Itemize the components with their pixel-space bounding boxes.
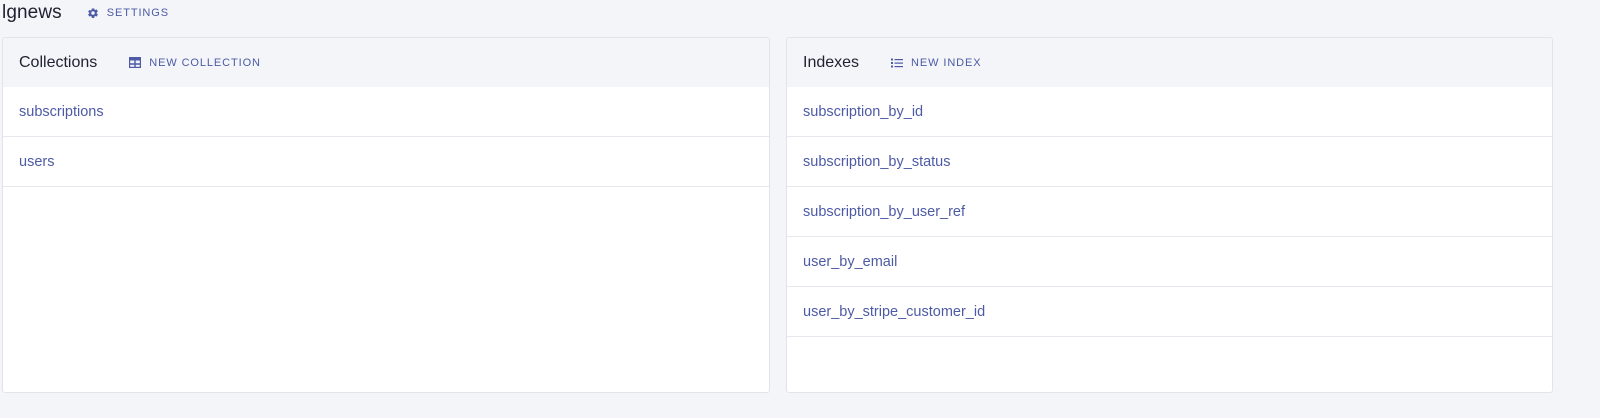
indexes-list: subscription_by_id subscription_by_statu… xyxy=(787,87,1552,337)
collection-item[interactable]: subscriptions xyxy=(3,87,769,137)
collections-header: Collections NEW COLLECTION xyxy=(3,38,769,87)
new-collection-label: NEW COLLECTION xyxy=(149,56,261,69)
new-index-button[interactable]: NEW INDEX xyxy=(891,57,981,69)
indexes-panel: Indexes NEW INDEX subscription_by_id sub… xyxy=(786,37,1553,393)
collections-title: Collections xyxy=(19,53,98,71)
list-icon xyxy=(891,58,904,67)
collections-panel: Collections NEW COLLECTION subscriptions… xyxy=(2,37,770,393)
settings-button[interactable]: SETTINGS xyxy=(87,7,169,19)
new-index-label: NEW INDEX xyxy=(911,56,982,69)
index-item[interactable]: user_by_email xyxy=(787,237,1552,287)
index-item[interactable]: user_by_stripe_customer_id xyxy=(787,287,1552,337)
top-bar: lgnews SETTINGS xyxy=(0,0,169,26)
index-item[interactable]: subscription_by_id xyxy=(787,87,1552,137)
settings-label: SETTINGS xyxy=(106,7,169,19)
database-title: lgnews xyxy=(2,2,62,23)
new-collection-button[interactable]: NEW COLLECTION xyxy=(129,57,261,69)
collection-item[interactable]: users xyxy=(3,137,769,187)
indexes-header: Indexes NEW INDEX xyxy=(787,38,1552,87)
collections-list: subscriptions users xyxy=(3,87,769,187)
index-item[interactable]: subscription_by_status xyxy=(787,137,1552,187)
gear-icon xyxy=(87,8,98,19)
indexes-title: Indexes xyxy=(803,53,860,71)
index-item[interactable]: subscription_by_user_ref xyxy=(787,187,1552,237)
table-icon xyxy=(129,57,142,68)
